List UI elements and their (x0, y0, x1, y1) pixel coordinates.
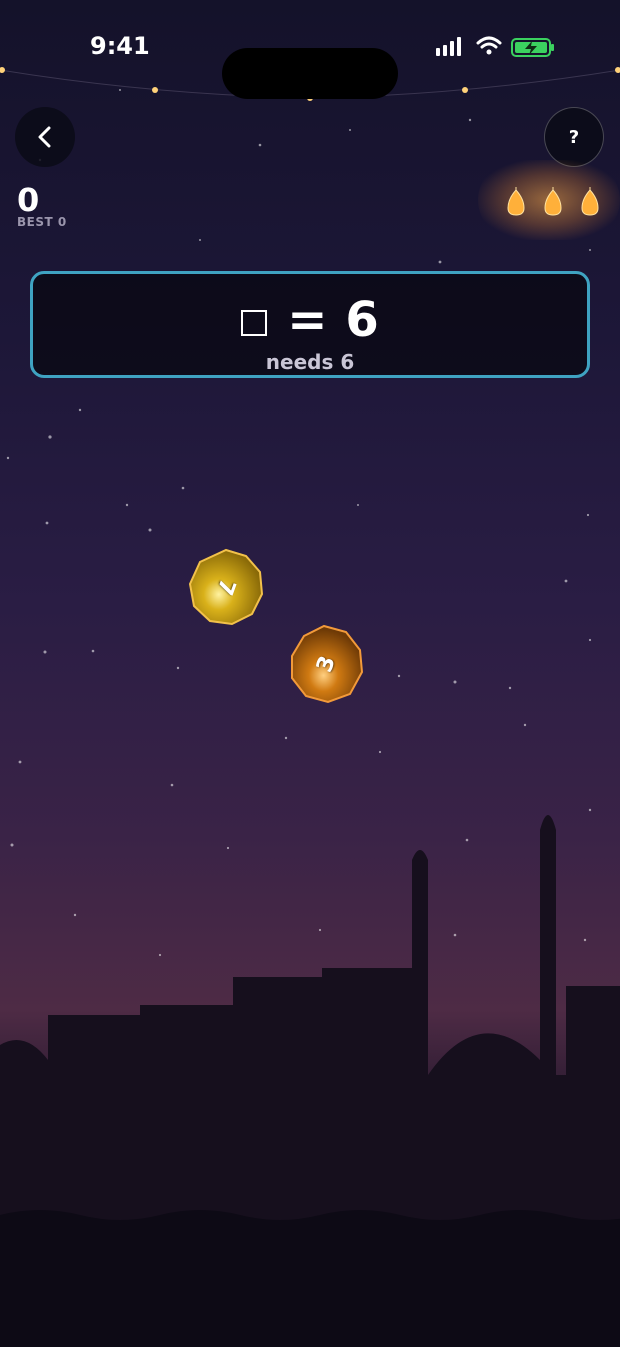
flame-icon (507, 187, 525, 216)
help-label: ? (568, 126, 580, 148)
flame-icon (544, 187, 562, 216)
equation-row: = 6 (33, 292, 587, 348)
best-score-label: BEST 0 (17, 215, 67, 229)
needs-label: needs 6 (265, 350, 355, 374)
status-icons (436, 36, 554, 57)
chevron-left-icon (38, 126, 51, 148)
status-bar: 9:41 (0, 28, 620, 99)
wifi-icon (476, 36, 502, 49)
target-number: 6 (345, 292, 379, 348)
flame-icon (581, 187, 599, 216)
help-button[interactable]: ? (544, 107, 604, 167)
number-coin[interactable]: 7 (188, 548, 264, 626)
score-value: 0 (17, 181, 40, 219)
equation-panel: = 6 needs 6 (30, 271, 590, 378)
battery-charging-icon (511, 38, 554, 57)
back-button[interactable] (15, 107, 75, 167)
status-time: 9:41 (90, 32, 150, 60)
dynamic-island (222, 48, 398, 99)
lives-indicator (478, 160, 620, 240)
cellular-signal-icon (436, 37, 461, 56)
blank-square (241, 310, 268, 336)
equals-sign: = (287, 292, 328, 348)
number-coin[interactable]: 3 (288, 624, 364, 704)
